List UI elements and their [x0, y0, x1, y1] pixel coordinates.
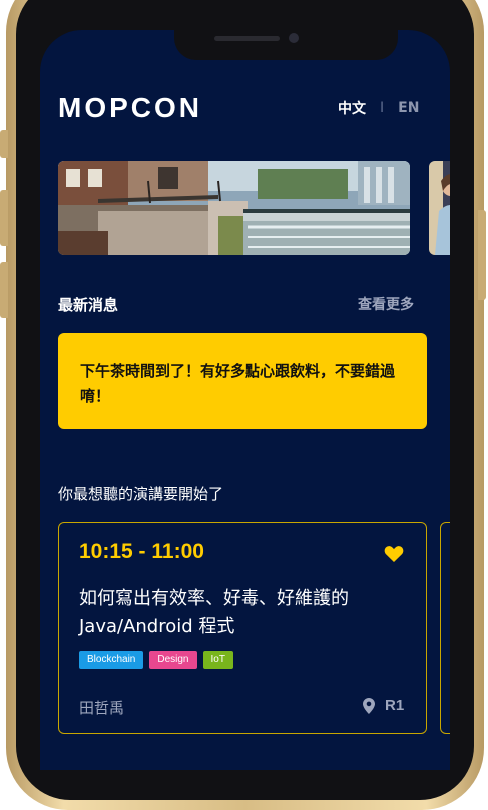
location-pin-icon: [363, 697, 375, 714]
room-label: R1: [385, 697, 405, 714]
banner-slide-next[interactable]: [429, 161, 450, 255]
tag-design[interactable]: Design: [149, 651, 197, 669]
language-option-zh[interactable]: 中文: [338, 98, 366, 118]
banner-image: [58, 161, 410, 255]
phone-volume-down: [0, 262, 8, 318]
talk-time: 10:15 - 11:00: [79, 540, 204, 563]
phone-speaker: [214, 36, 280, 41]
talk-card[interactable]: 10:15 - 11:00 如何寫出有效率、好毒、好維護的Java/Androi…: [58, 522, 427, 734]
talk-speaker: 田哲禹: [79, 699, 125, 717]
upcoming-section-title: 你最想聽的演講要開始了: [58, 485, 224, 503]
talk-title: 如何寫出有效率、好毒、好維護的Java/Android 程式: [79, 588, 349, 637]
language-separator: I: [380, 100, 385, 116]
news-card[interactable]: 下午茶時間到了！有好多點心跟飲料，不要錯過唷！: [58, 333, 427, 429]
talk-room: R1: [363, 697, 404, 714]
phone-power-button: [478, 210, 486, 300]
view-more-link[interactable]: 查看更多: [358, 294, 414, 314]
phone-camera: [289, 33, 299, 43]
phone-volume-up: [0, 190, 8, 246]
banner-image-next: [429, 161, 450, 255]
phone-notch: [174, 30, 398, 60]
language-switcher: 中文 I EN: [338, 98, 419, 118]
tag-iot[interactable]: IoT: [202, 651, 233, 669]
language-option-en[interactable]: EN: [398, 100, 419, 116]
app-logo: MOPCON: [58, 92, 202, 123]
talk-tags: Blockchain Design IoT: [79, 651, 233, 669]
tag-blockchain[interactable]: Blockchain: [79, 651, 144, 669]
heart-icon[interactable]: [384, 545, 404, 563]
app-screen: MOPCON 中文 I EN 最新消息 查看更多 下午茶時間到了！有好多點心跟飲…: [40, 30, 450, 770]
talk-card-next[interactable]: [440, 522, 450, 734]
banner-slide[interactable]: [58, 161, 410, 255]
phone-mute-switch: [0, 130, 8, 158]
news-section-title: 最新消息: [58, 296, 119, 314]
